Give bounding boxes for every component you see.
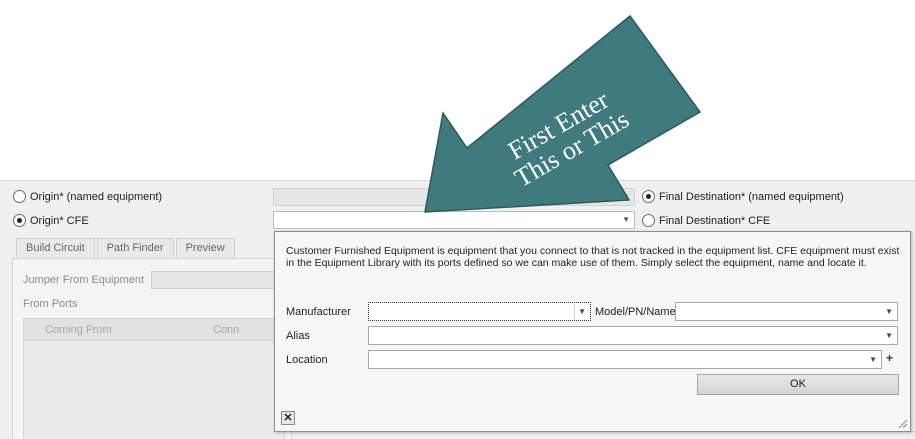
origin-cfe-combo[interactable]: ▼ (273, 211, 635, 229)
final-named-label: Final Destination* (named equipment) (659, 190, 844, 203)
cfe-description: Customer Furnished Equipment is equipmen… (286, 245, 900, 269)
final-named-radio[interactable]: Final Destination* (named equipment) (642, 190, 844, 203)
alias-label: Alias (286, 330, 310, 342)
chevron-down-icon[interactable]: ▼ (869, 355, 877, 364)
chevron-down-icon[interactable]: ▼ (578, 307, 586, 316)
column-conn[interactable]: Conn (213, 324, 239, 336)
from-ports-grid: Coming From Conn (23, 318, 285, 439)
origin-cfe-radio[interactable]: Origin* CFE (13, 214, 89, 227)
jumper-label: Jumper From Equipment (23, 274, 145, 286)
blank-area (0, 0, 915, 180)
radio-dot-selected (13, 214, 26, 227)
cfe-popup: Customer Furnished Equipment is equipmen… (274, 231, 911, 432)
right-panel-edge (548, 431, 915, 439)
chevron-down-icon[interactable]: ▼ (885, 307, 893, 316)
final-cfe-label: Final Destination* CFE (659, 214, 771, 227)
radio-dot-selected (642, 190, 655, 203)
tab-path-finder[interactable]: Path Finder (96, 238, 174, 258)
radio-dot (642, 214, 655, 227)
origin-named-label: Origin* (named equipment) (30, 190, 163, 203)
alias-combo[interactable]: ▼ (368, 326, 898, 345)
tab-build-circuit[interactable]: Build Circuit (16, 238, 95, 258)
add-icon: + (609, 190, 616, 202)
model-combo[interactable]: ▼ (675, 302, 898, 321)
chevron-down-icon: ▼ (622, 215, 630, 224)
location-label: Location (286, 354, 328, 366)
origin-cfe-label: Origin* CFE (30, 214, 89, 227)
ok-button[interactable]: OK (697, 374, 899, 395)
tab-strip: Build Circuit Path Finder Preview (16, 238, 235, 258)
tab-preview[interactable]: Preview (175, 238, 235, 258)
origin-named-radio[interactable]: Origin* (named equipment) (13, 190, 162, 203)
chevron-down-icon: ▼ (622, 192, 630, 201)
resize-grip-icon[interactable] (897, 418, 908, 429)
manufacturer-combo[interactable]: ▼ (368, 302, 591, 321)
close-icon[interactable]: ✕ (281, 411, 295, 425)
dropdown-separator (574, 303, 575, 320)
grid-header: Coming From Conn (24, 319, 284, 341)
final-cfe-radio[interactable]: Final Destination* CFE (642, 214, 770, 227)
build-circuit-panel: Jumper From Equipment From Ports Coming … (12, 258, 292, 439)
model-label: Model/PN/Name (595, 306, 676, 318)
column-coming-from[interactable]: Coming From (45, 324, 112, 336)
add-location-icon[interactable]: + (886, 351, 893, 365)
jumper-equipment-combo (151, 271, 291, 289)
origin-equipment-combo: + ▼ (273, 188, 635, 206)
from-ports-label: From Ports (23, 298, 78, 310)
manufacturer-label: Manufacturer (286, 306, 351, 318)
location-combo[interactable]: ▼ (368, 350, 882, 369)
radio-dot (13, 190, 26, 203)
chevron-down-icon[interactable]: ▼ (885, 331, 893, 340)
